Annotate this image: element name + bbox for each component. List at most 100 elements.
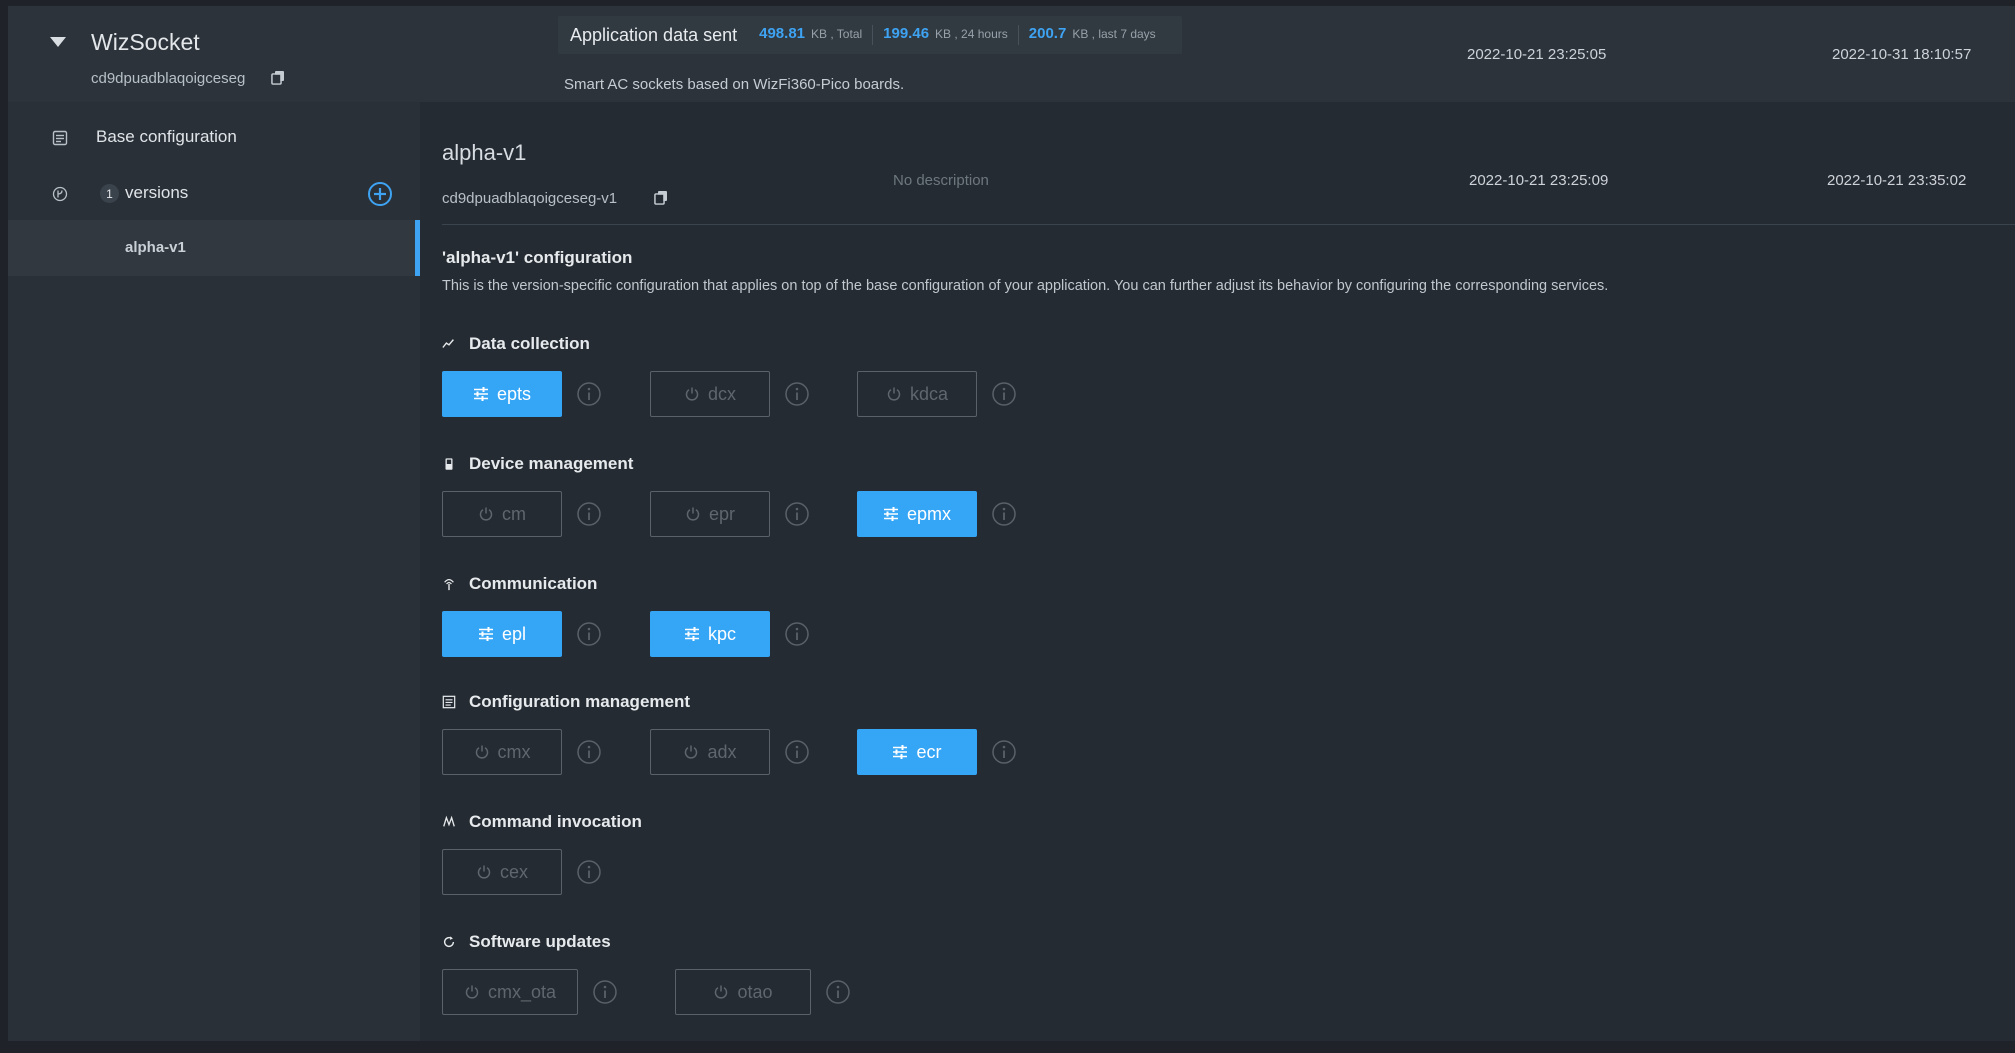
version-title: alpha-v1	[442, 140, 527, 165]
application-header: WizSocket cd9dpuadblaqoigceseg Applicati…	[8, 6, 2015, 102]
power-off-icon	[475, 745, 488, 759]
sidebar: Base configuration 1 versions alpha-v1	[8, 102, 420, 1041]
sliders-icon	[478, 627, 493, 641]
sidebar-item-version[interactable]: alpha-v1	[8, 220, 420, 276]
service-label: otao	[737, 981, 773, 1002]
application-created-date: 2022-10-21 23:25:05	[1467, 46, 1607, 63]
command-icon	[443, 815, 455, 827]
info-icon[interactable]	[991, 501, 1017, 527]
stat-unit: KB , 24 hours	[935, 27, 1008, 41]
info-icon[interactable]	[784, 621, 810, 647]
versions-count-badge: 1	[100, 184, 119, 203]
section-title: Configuration management	[469, 692, 691, 711]
service-button-cm[interactable]: cm	[442, 491, 562, 537]
info-icon[interactable]	[784, 739, 810, 765]
stat-value: 199.46	[883, 25, 930, 42]
service-button-epmx[interactable]: epmx	[857, 491, 977, 537]
versions-icon	[52, 186, 68, 202]
power-off-icon	[685, 387, 699, 401]
stat-24-hours: 199.46 KB , 24 hours	[872, 25, 1018, 45]
config-list-icon	[52, 130, 68, 146]
service-label: cm	[502, 503, 526, 524]
section-title: Software updates	[469, 932, 611, 951]
service-button-kpc[interactable]: kpc	[650, 611, 770, 657]
service-label: epr	[708, 503, 735, 524]
info-icon[interactable]	[784, 501, 810, 527]
sidebar-version-label: alpha-v1	[125, 239, 186, 256]
section-command-invocation: Command invocation	[442, 811, 642, 833]
sliders-icon	[473, 387, 488, 401]
config-icon	[442, 695, 456, 709]
antenna-icon	[444, 579, 454, 591]
sidebar-item-base-configuration[interactable]: Base configuration	[8, 112, 420, 164]
section-title: Device management	[469, 454, 634, 473]
chevron-down-icon[interactable]	[48, 34, 68, 50]
section-software-updates: Software updates	[442, 931, 611, 953]
service-button-epl[interactable]: epl	[442, 611, 562, 657]
info-icon[interactable]	[576, 501, 602, 527]
device-icon	[445, 458, 453, 470]
section-communication: Communication	[442, 573, 597, 595]
power-off-icon	[477, 865, 491, 879]
service-button-dcx[interactable]: dcx	[650, 371, 770, 417]
data-sent-stats: Application data sent 498.81 KB , Total …	[558, 16, 1182, 54]
stat-total: 498.81 KB , Total	[749, 25, 872, 45]
section-title: Data collection	[469, 334, 590, 353]
power-off-icon	[715, 985, 728, 999]
service-button-ecr[interactable]: ecr	[857, 729, 977, 775]
application-description: Smart AC sockets based on WizFi360-Pico …	[564, 76, 905, 93]
section-device-management: Device management	[442, 453, 633, 475]
service-button-cex[interactable]: cex	[442, 849, 562, 895]
service-button-kdca[interactable]: kdca	[857, 371, 977, 417]
version-created-date: 2022-10-21 23:25:09	[1469, 172, 1609, 189]
sidebar-item-label: versions	[125, 183, 189, 202]
section-configuration-management: Configuration management	[442, 691, 690, 713]
service-button-adx[interactable]: adx	[650, 729, 770, 775]
version-id: cd9dpuadblaqoigceseg-v1	[442, 190, 618, 207]
application-name: WizSocket	[91, 29, 200, 55]
add-version-button[interactable]	[367, 181, 393, 207]
info-icon[interactable]	[576, 381, 602, 407]
divider	[442, 224, 2015, 225]
info-icon[interactable]	[576, 859, 602, 885]
info-icon[interactable]	[784, 381, 810, 407]
info-icon[interactable]	[592, 979, 618, 1005]
main-panel: alpha-v1 cd9dpuadblaqoigceseg-v1 No desc…	[420, 102, 2015, 1041]
service-label: cex	[499, 861, 528, 882]
sliders-icon	[893, 745, 908, 759]
service-button-cmx[interactable]: cmx	[442, 729, 562, 775]
app-frame: WizSocket cd9dpuadblaqoigceseg Applicati…	[8, 6, 2015, 1041]
info-icon[interactable]	[825, 979, 851, 1005]
sidebar-item-versions[interactable]: 1 versions	[8, 168, 420, 220]
service-button-otao[interactable]: otao	[675, 969, 811, 1015]
service-button-epr[interactable]: epr	[650, 491, 770, 537]
service-label: kdca	[909, 383, 949, 404]
chart-line-icon	[442, 339, 454, 348]
refresh-icon	[443, 936, 455, 948]
power-off-icon	[685, 745, 698, 759]
info-icon[interactable]	[991, 739, 1017, 765]
info-icon[interactable]	[991, 381, 1017, 407]
copy-icon[interactable]	[653, 190, 669, 206]
power-off-icon	[465, 985, 479, 999]
service-label: cmx_ota	[487, 981, 557, 1002]
stat-unit: KB , last 7 days	[1072, 27, 1156, 41]
service-label: epts	[496, 383, 532, 404]
stats-title: Application data sent	[570, 24, 738, 45]
power-off-icon	[887, 387, 901, 401]
stat-7-days: 200.7 KB , last 7 days	[1017, 25, 1166, 45]
version-description: No description	[893, 172, 989, 189]
sliders-icon	[883, 507, 898, 521]
power-off-icon	[686, 507, 700, 521]
service-label: kpc	[707, 623, 736, 644]
service-button-cmx-ota[interactable]: cmx_ota	[442, 969, 578, 1015]
info-icon[interactable]	[576, 739, 602, 765]
copy-icon[interactable]	[270, 70, 286, 86]
service-label: epmx	[906, 503, 951, 524]
service-button-epts[interactable]: epts	[442, 371, 562, 417]
application-updated-date: 2022-10-31 18:10:57	[1832, 46, 1972, 63]
section-title: Command invocation	[469, 812, 642, 831]
application-id: cd9dpuadblaqoigceseg	[91, 70, 246, 87]
info-icon[interactable]	[576, 621, 602, 647]
service-label: dcx	[707, 383, 736, 404]
